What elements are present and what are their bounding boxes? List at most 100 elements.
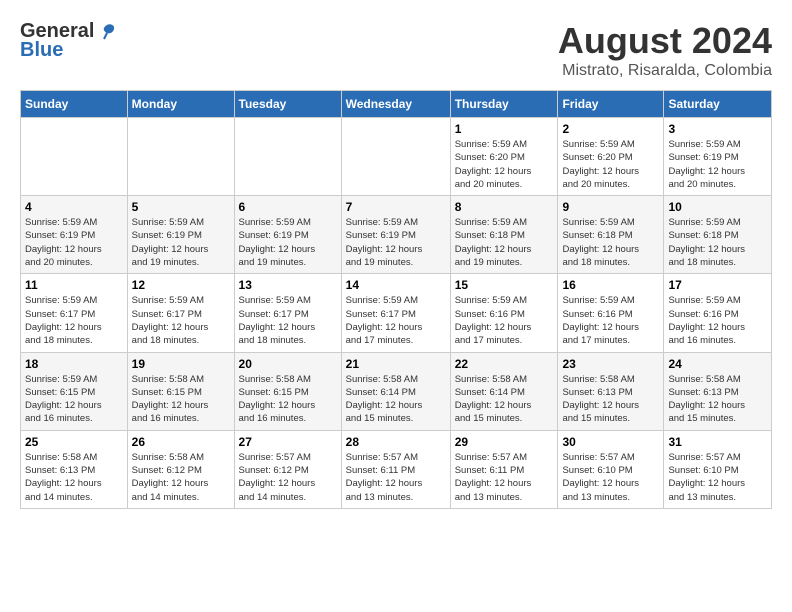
day-info: Sunrise: 5:57 AM Sunset: 6:10 PM Dayligh…: [562, 451, 659, 504]
week-row-4: 18 Sunrise: 5:59 AM Sunset: 6:15 PM Dayli…: [21, 352, 772, 430]
day-number: 23: [562, 357, 659, 371]
calendar-cell: 31Sunrise: 5:57 AM Sunset: 6:10 PM Dayli…: [664, 430, 772, 508]
column-header-thursday: Thursday: [450, 91, 558, 118]
column-header-monday: Monday: [127, 91, 234, 118]
day-info: Sunrise: 5:58 AM Sunset: 6:14 PM Dayligh…: [455, 373, 554, 426]
day-number: 15: [455, 278, 554, 292]
week-row-1: 1 Sunrise: 5:59 AM Sunset: 6:20 PM Daylig…: [21, 118, 772, 196]
day-info: Sunrise: 5:58 AM Sunset: 6:12 PM Dayligh…: [132, 451, 230, 504]
day-info: Sunrise: 5:59 AM Sunset: 6:19 PM Dayligh…: [668, 138, 767, 191]
calendar-cell: 20 Sunrise: 5:58 AM Sunset: 6:15 PM Dayli…: [234, 352, 341, 430]
week-row-2: 4 Sunrise: 5:59 AM Sunset: 6:19 PM Daylig…: [21, 196, 772, 274]
calendar-cell: 23 Sunrise: 5:58 AM Sunset: 6:13 PM Dayli…: [558, 352, 664, 430]
day-info: Sunrise: 5:59 AM Sunset: 6:18 PM Dayligh…: [562, 216, 659, 269]
day-number: 30: [562, 435, 659, 449]
calendar-cell: 24 Sunrise: 5:58 AM Sunset: 6:13 PM Dayli…: [664, 352, 772, 430]
calendar-cell: 5 Sunrise: 5:59 AM Sunset: 6:19 PM Daylig…: [127, 196, 234, 274]
calendar-cell: 21Sunrise: 5:58 AM Sunset: 6:14 PM Dayli…: [341, 352, 450, 430]
calendar-cell: 22 Sunrise: 5:58 AM Sunset: 6:14 PM Dayli…: [450, 352, 558, 430]
day-number: 26: [132, 435, 230, 449]
calendar-cell: 9 Sunrise: 5:59 AM Sunset: 6:18 PM Daylig…: [558, 196, 664, 274]
calendar-cell: 26 Sunrise: 5:58 AM Sunset: 6:12 PM Dayli…: [127, 430, 234, 508]
day-number: 1: [455, 122, 554, 136]
calendar-cell: 8 Sunrise: 5:59 AM Sunset: 6:18 PM Daylig…: [450, 196, 558, 274]
calendar-cell: 16 Sunrise: 5:59 AM Sunset: 6:16 PM Dayli…: [558, 274, 664, 352]
day-info: Sunrise: 5:59 AM Sunset: 6:16 PM Dayligh…: [455, 294, 554, 347]
day-number: 17: [668, 278, 767, 292]
calendar-cell: 14 Sunrise: 5:59 AM Sunset: 6:17 PM Dayli…: [341, 274, 450, 352]
calendar-cell: 7Sunrise: 5:59 AM Sunset: 6:19 PM Daylig…: [341, 196, 450, 274]
calendar-cell: [21, 118, 128, 196]
title-section: August 2024 Mistrato, Risaralda, Colombi…: [558, 20, 772, 80]
week-row-5: 25Sunrise: 5:58 AM Sunset: 6:13 PM Dayli…: [21, 430, 772, 508]
day-info: Sunrise: 5:59 AM Sunset: 6:18 PM Dayligh…: [455, 216, 554, 269]
day-number: 11: [25, 278, 123, 292]
day-number: 3: [668, 122, 767, 136]
calendar-cell: 2Sunrise: 5:59 AM Sunset: 6:20 PM Daylig…: [558, 118, 664, 196]
column-header-sunday: Sunday: [21, 91, 128, 118]
day-number: 13: [239, 278, 337, 292]
column-header-friday: Friday: [558, 91, 664, 118]
calendar-cell: 10Sunrise: 5:59 AM Sunset: 6:18 PM Dayli…: [664, 196, 772, 274]
day-number: 20: [239, 357, 337, 371]
day-number: 9: [562, 200, 659, 214]
day-number: 16: [562, 278, 659, 292]
calendar-cell: 3 Sunrise: 5:59 AM Sunset: 6:19 PM Daylig…: [664, 118, 772, 196]
calendar-cell: [234, 118, 341, 196]
location-subtitle: Mistrato, Risaralda, Colombia: [558, 62, 772, 80]
column-header-saturday: Saturday: [664, 91, 772, 118]
calendar-cell: 12Sunrise: 5:59 AM Sunset: 6:17 PM Dayli…: [127, 274, 234, 352]
day-info: Sunrise: 5:58 AM Sunset: 6:15 PM Dayligh…: [132, 373, 230, 426]
calendar-table: SundayMondayTuesdayWednesdayThursdayFrid…: [20, 90, 772, 509]
day-number: 18: [25, 357, 123, 371]
column-header-wednesday: Wednesday: [341, 91, 450, 118]
day-info: Sunrise: 5:59 AM Sunset: 6:19 PM Dayligh…: [239, 216, 337, 269]
day-number: 12: [132, 278, 230, 292]
logo-bird-icon: [96, 21, 118, 43]
day-info: Sunrise: 5:59 AM Sunset: 6:16 PM Dayligh…: [562, 294, 659, 347]
day-info: Sunrise: 5:57 AM Sunset: 6:11 PM Dayligh…: [455, 451, 554, 504]
calendar-cell: 18 Sunrise: 5:59 AM Sunset: 6:15 PM Dayli…: [21, 352, 128, 430]
day-number: 5: [132, 200, 230, 214]
day-number: 29: [455, 435, 554, 449]
day-info: Sunrise: 5:59 AM Sunset: 6:17 PM Dayligh…: [346, 294, 446, 347]
day-number: 4: [25, 200, 123, 214]
day-number: 14: [346, 278, 446, 292]
month-year-title: August 2024: [558, 20, 772, 62]
calendar-cell: 17Sunrise: 5:59 AM Sunset: 6:16 PM Dayli…: [664, 274, 772, 352]
day-number: 21: [346, 357, 446, 371]
calendar-cell: 29 Sunrise: 5:57 AM Sunset: 6:11 PM Dayli…: [450, 430, 558, 508]
day-info: Sunrise: 5:59 AM Sunset: 6:19 PM Dayligh…: [346, 216, 446, 269]
day-number: 19: [132, 357, 230, 371]
day-number: 28: [346, 435, 446, 449]
calendar-cell: 19 Sunrise: 5:58 AM Sunset: 6:15 PM Dayli…: [127, 352, 234, 430]
day-number: 27: [239, 435, 337, 449]
day-info: Sunrise: 5:59 AM Sunset: 6:15 PM Dayligh…: [25, 373, 123, 426]
calendar-cell: 13 Sunrise: 5:59 AM Sunset: 6:17 PM Dayli…: [234, 274, 341, 352]
day-info: Sunrise: 5:59 AM Sunset: 6:18 PM Dayligh…: [668, 216, 767, 269]
day-info: Sunrise: 5:58 AM Sunset: 6:13 PM Dayligh…: [668, 373, 767, 426]
day-number: 8: [455, 200, 554, 214]
day-info: Sunrise: 5:59 AM Sunset: 6:19 PM Dayligh…: [132, 216, 230, 269]
day-number: 22: [455, 357, 554, 371]
calendar-cell: 28 Sunrise: 5:57 AM Sunset: 6:11 PM Dayli…: [341, 430, 450, 508]
calendar-cell: [127, 118, 234, 196]
calendar-cell: 30 Sunrise: 5:57 AM Sunset: 6:10 PM Dayli…: [558, 430, 664, 508]
day-info: Sunrise: 5:58 AM Sunset: 6:13 PM Dayligh…: [562, 373, 659, 426]
day-number: 2: [562, 122, 659, 136]
week-row-3: 11 Sunrise: 5:59 AM Sunset: 6:17 PM Dayli…: [21, 274, 772, 352]
day-number: 6: [239, 200, 337, 214]
calendar-cell: 4Sunrise: 5:59 AM Sunset: 6:19 PM Daylig…: [21, 196, 128, 274]
day-info: Sunrise: 5:57 AM Sunset: 6:10 PM Dayligh…: [668, 451, 767, 504]
day-info: Sunrise: 5:57 AM Sunset: 6:12 PM Dayligh…: [239, 451, 337, 504]
day-number: 24: [668, 357, 767, 371]
day-info: Sunrise: 5:58 AM Sunset: 6:15 PM Dayligh…: [239, 373, 337, 426]
day-info: Sunrise: 5:57 AM Sunset: 6:11 PM Dayligh…: [346, 451, 446, 504]
calendar-cell: 15 Sunrise: 5:59 AM Sunset: 6:16 PM Dayli…: [450, 274, 558, 352]
calendar-cell: 11Sunrise: 5:59 AM Sunset: 6:17 PM Dayli…: [21, 274, 128, 352]
calendar-cell: 6 Sunrise: 5:59 AM Sunset: 6:19 PM Daylig…: [234, 196, 341, 274]
day-info: Sunrise: 5:58 AM Sunset: 6:13 PM Dayligh…: [25, 451, 123, 504]
day-info: Sunrise: 5:59 AM Sunset: 6:17 PM Dayligh…: [239, 294, 337, 347]
day-info: Sunrise: 5:59 AM Sunset: 6:20 PM Dayligh…: [455, 138, 554, 191]
column-header-tuesday: Tuesday: [234, 91, 341, 118]
